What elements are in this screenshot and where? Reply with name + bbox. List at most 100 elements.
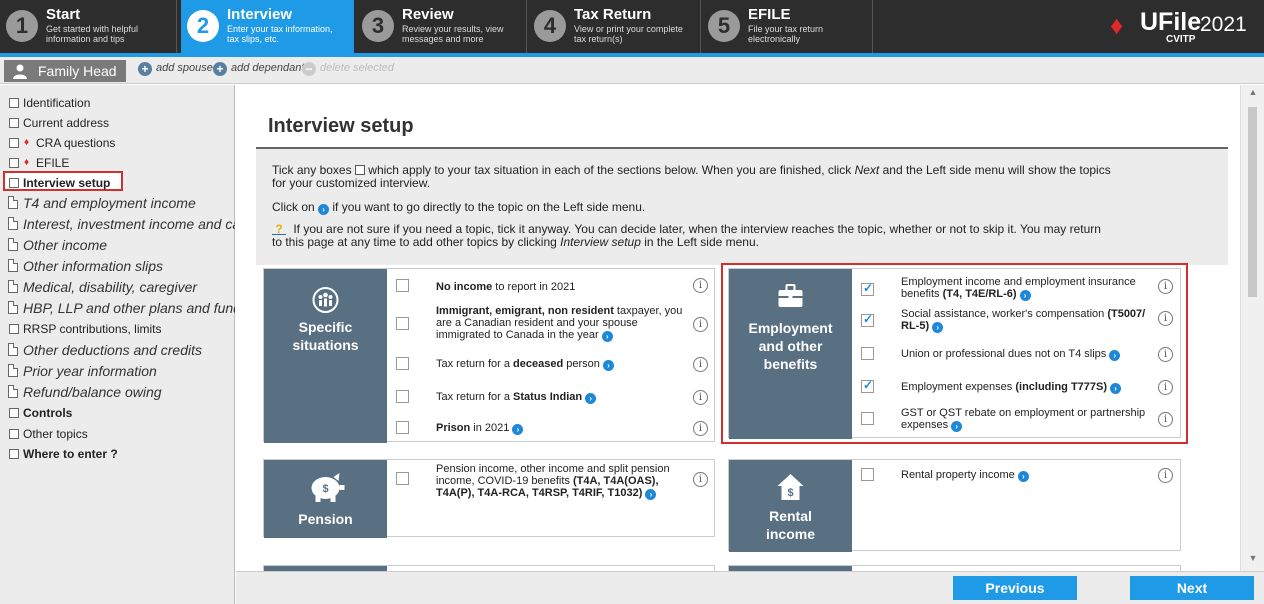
section-header: $ Pension	[264, 460, 387, 538]
checkbox-icon	[9, 449, 19, 459]
info-icon[interactable]: i	[693, 421, 708, 436]
instructions-paragraph-1: Tick any boxes which apply to your tax s…	[272, 163, 1111, 190]
specific-situations-section: Specific situations No income to report i…	[263, 268, 715, 443]
piggy-bank-icon: $	[311, 473, 345, 502]
go-to-arrow-icon[interactable]: ›	[512, 424, 524, 435]
sidebar-item[interactable]: Interest, investment income and carrying…	[0, 214, 235, 234]
sidebar-item[interactable]: Current address	[0, 113, 235, 133]
scroll-up-arrow-icon[interactable]: ▲	[1241, 87, 1264, 101]
family-head-label: Family Head	[38, 63, 117, 79]
sidebar-item[interactable]: Where to enter ?	[0, 444, 235, 464]
checkbox[interactable]	[396, 472, 409, 485]
person-icon	[13, 64, 27, 79]
scroll-thumb[interactable]	[1248, 107, 1257, 297]
sidebar-item[interactable]: Controls	[0, 403, 235, 423]
sidebar-item-label: Controls	[23, 406, 73, 420]
document-icon	[8, 280, 18, 293]
document-icon	[8, 238, 18, 251]
sidebar-item[interactable]: T4 and employment income	[0, 193, 235, 213]
sidebar-item[interactable]: Interview setup	[0, 173, 235, 193]
checkbox[interactable]	[396, 317, 409, 330]
plus-icon: +	[138, 62, 152, 76]
sidebar-item-label: Interview setup	[23, 176, 111, 190]
checkbox[interactable]	[396, 279, 409, 292]
divider	[176, 0, 177, 53]
sidebar-item-label: Other topics	[23, 427, 88, 441]
add-dependant-button[interactable]: + add dependant	[213, 62, 304, 76]
info-icon[interactable]: i	[693, 357, 708, 372]
vertical-scrollbar[interactable]: ▲ ▼	[1240, 85, 1264, 571]
minus-icon: −	[302, 62, 316, 76]
checkbox-icon	[9, 324, 19, 334]
previous-button[interactable]: Previous	[953, 576, 1077, 600]
option-label: Tax return for a Status Indian ›	[436, 391, 684, 404]
info-icon[interactable]: i	[693, 472, 708, 487]
sidebar-item-label: EFILE	[36, 156, 70, 170]
divider	[526, 0, 527, 53]
options-list: Pension income, other income and split p…	[388, 460, 716, 538]
step-tax-return[interactable]: 4 Tax Return View or print your complete…	[528, 0, 700, 53]
sidebar-item[interactable]: ♦ CRA questions	[0, 133, 235, 153]
step-number: 4	[534, 10, 566, 42]
document-icon	[8, 259, 18, 272]
group-icon	[312, 287, 339, 313]
go-to-arrow-icon[interactable]: ›	[602, 360, 614, 371]
checkbox[interactable]	[861, 468, 874, 481]
step-start[interactable]: 1 Start Get started with helpful informat…	[0, 0, 176, 53]
step-title: EFILE	[748, 6, 791, 23]
sidebar-item[interactable]: Identification	[0, 93, 235, 113]
option-label: Pension income, other income and split p…	[436, 463, 670, 500]
step-subtitle: Get started with helpful information and …	[46, 24, 139, 44]
checkbox[interactable]	[396, 421, 409, 434]
step-review[interactable]: 3 Review Review your results, view messag…	[356, 0, 526, 53]
go-to-arrow-icon: ›	[318, 204, 330, 215]
next-button[interactable]: Next	[1130, 576, 1254, 600]
info-icon[interactable]: i	[693, 317, 708, 332]
checkbox[interactable]	[396, 357, 409, 370]
logo-tag: CVITP	[1166, 34, 1196, 45]
go-to-arrow-icon[interactable]: ›	[601, 331, 613, 342]
house-icon: $	[777, 474, 804, 500]
scroll-down-arrow-icon[interactable]: ▼	[1241, 553, 1264, 567]
delete-selected-button[interactable]: − delete selected	[302, 62, 394, 76]
document-icon	[8, 301, 18, 314]
checkbox-icon	[9, 408, 19, 418]
sidebar-item[interactable]: Other topics	[0, 424, 235, 444]
go-to-arrow-icon[interactable]: ›	[585, 393, 597, 404]
sidebar-item[interactable]: ♦ EFILE	[0, 153, 235, 173]
info-icon[interactable]: i	[693, 278, 708, 293]
info-icon[interactable]: i	[693, 390, 708, 405]
sidebar-item-label: Medical, disability, caregiver	[23, 279, 198, 295]
divider	[700, 0, 701, 53]
sidebar-item[interactable]: HBP, LLP and other plans and funds	[0, 298, 235, 318]
instructions-box: Tick any boxes which apply to your tax s…	[256, 147, 1228, 265]
sidebar: Identification Current address ♦ CRA questi…	[0, 85, 235, 604]
sidebar-item-label: Identification	[23, 96, 91, 110]
sidebar-item[interactable]: Other information slips	[0, 256, 235, 276]
document-icon	[8, 196, 18, 209]
top-navigation-bar: 1 Start Get started with helpful informat…	[0, 0, 1264, 53]
step-interview[interactable]: 2 Interview Enter your tax information, t…	[181, 0, 354, 53]
add-spouse-button[interactable]: + add spouse	[138, 62, 213, 76]
sidebar-item[interactable]: Prior year information	[0, 361, 235, 381]
step-efile[interactable]: 5 EFILE File your tax return electronical…	[702, 0, 872, 53]
instructions-paragraph-2: Click on › if you want to go directly to…	[272, 200, 646, 215]
go-to-arrow-icon[interactable]: ›	[645, 489, 657, 500]
main-content: Interview setup Tick any boxes which app…	[236, 85, 1240, 571]
family-head-tab[interactable]: Family Head	[4, 60, 126, 82]
checkbox[interactable]	[396, 390, 409, 403]
sidebar-item[interactable]: Medical, disability, caregiver	[0, 277, 235, 297]
sidebar-item[interactable]: Other income	[0, 235, 235, 255]
sidebar-item-label: Where to enter ?	[23, 447, 118, 461]
sidebar-item[interactable]: Other deductions and credits	[0, 340, 235, 360]
option-label: Rental property income ›	[901, 469, 1149, 482]
go-to-arrow-icon[interactable]: ›	[1017, 471, 1029, 482]
checkbox-icon	[9, 118, 19, 128]
info-icon[interactable]: i	[1158, 468, 1173, 483]
sidebar-item[interactable]: RRSP contributions, limits	[0, 319, 235, 339]
sidebar-item-label: HBP, LLP and other plans and funds	[23, 300, 235, 316]
step-title: Tax Return	[574, 6, 652, 23]
sidebar-item[interactable]: Refund/balance owing	[0, 382, 235, 402]
step-title: Start	[46, 6, 81, 23]
section-header: Specific situations	[264, 269, 387, 443]
